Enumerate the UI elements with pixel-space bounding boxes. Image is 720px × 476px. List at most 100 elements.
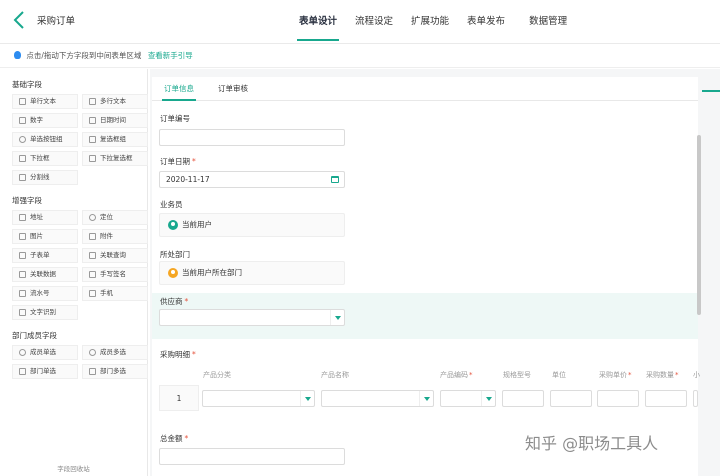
field-address[interactable]: 地址 xyxy=(12,210,78,225)
field-multi-line-text[interactable]: 多行文本 xyxy=(82,94,148,109)
field-attachment[interactable]: 附件 xyxy=(82,229,148,244)
column-header: 采购单价* xyxy=(599,371,632,379)
checkbox-group-icon xyxy=(89,136,96,143)
product-name-select[interactable] xyxy=(321,390,434,407)
field-signature[interactable]: 手写签名 xyxy=(82,267,148,282)
tab-data-management[interactable]: 数据管理 xyxy=(520,0,576,44)
dept-single-icon xyxy=(19,368,26,375)
ocr-icon xyxy=(19,309,26,316)
tab-process-settings[interactable]: 流程设定 xyxy=(346,0,402,44)
dept-member-fields: 成员单选 成员多选 部门单选 部门多选 xyxy=(12,345,148,379)
watermark: 知乎 @职场工具人 xyxy=(525,434,659,453)
field-serial-number[interactable]: 流水号 xyxy=(12,286,78,301)
field-dept-multi[interactable]: 部门多选 xyxy=(82,364,148,379)
supplier-select[interactable] xyxy=(159,309,345,326)
field-number[interactable]: 数字 xyxy=(12,113,78,128)
salesperson-field[interactable]: 当前用户 xyxy=(159,213,345,237)
department-icon xyxy=(168,268,178,278)
supplier-label: 供应商 * xyxy=(160,297,189,306)
subtotal-input[interactable] xyxy=(693,390,698,407)
form-tab-order-review[interactable]: 订单审核 xyxy=(218,77,248,101)
field-dropdown[interactable]: 下拉框 xyxy=(12,151,78,166)
column-header: 产品分类 xyxy=(203,371,231,379)
field-dept-single[interactable]: 部门单选 xyxy=(12,364,78,379)
unit-price-input[interactable] xyxy=(597,390,639,407)
lightbulb-icon xyxy=(14,51,21,59)
form-tab-order-info[interactable]: 订单信息 xyxy=(162,77,196,101)
hint-bar: 点击/拖动下方字段到中间表单区域 查看新手引导 xyxy=(0,44,720,68)
linked-query-icon xyxy=(89,252,96,259)
tab-form-publish[interactable]: 表单发布 xyxy=(458,0,514,44)
group-title-enhanced: 增强字段 xyxy=(12,196,42,205)
chevron-down-icon xyxy=(300,391,314,406)
property-panel-edge xyxy=(702,90,720,92)
address-icon xyxy=(19,214,26,221)
enhanced-fields: 地址 定位 图片 附件 子表单 关联查询 关联数据 手写签名 流水号 手机 文字… xyxy=(12,210,148,320)
unit-input[interactable] xyxy=(550,390,592,407)
hint-text: 点击/拖动下方字段到中间表单区域 xyxy=(26,51,142,60)
serial-number-icon xyxy=(19,290,26,297)
guide-link[interactable]: 查看新手引导 xyxy=(148,51,193,60)
linked-data-icon xyxy=(19,271,26,278)
column-header: 产品编码* xyxy=(440,371,473,379)
group-title-dept-member: 部门成员字段 xyxy=(12,331,57,340)
single-line-text-icon xyxy=(19,98,26,105)
field-member-single[interactable]: 成员单选 xyxy=(12,345,78,360)
department-field[interactable]: 当前用户所在部门 xyxy=(159,261,345,285)
form-canvas: 订单信息 订单审核 订单编号 订单日期 * 2020-11-17 业务员 当前用户… xyxy=(150,69,720,476)
spec-model-input[interactable] xyxy=(502,390,544,407)
field-radio-group[interactable]: 单选按钮组 xyxy=(12,132,78,147)
calendar-icon[interactable] xyxy=(331,176,339,183)
chevron-down-icon xyxy=(419,391,433,406)
dept-multi-icon xyxy=(89,368,96,375)
basic-fields: 单行文本 多行文本 数字 日期时间 单选按钮组 复选框组 下拉框 下拉复选框 分… xyxy=(12,94,148,185)
attachment-icon xyxy=(89,233,96,240)
field-single-line-text[interactable]: 单行文本 xyxy=(12,94,78,109)
column-header: 小 xyxy=(693,371,700,379)
field-recycle-bin[interactable]: 字段回收站 xyxy=(0,462,147,476)
quantity-input[interactable] xyxy=(645,390,687,407)
column-header: 产品名称 xyxy=(321,371,349,379)
phone-icon xyxy=(89,290,96,297)
field-linked-query[interactable]: 关联查询 xyxy=(82,248,148,263)
purchase-detail-label: 采购明细 * xyxy=(160,350,196,359)
datetime-icon xyxy=(89,117,96,124)
chevron-down-icon xyxy=(330,310,344,325)
product-category-select[interactable] xyxy=(202,390,315,407)
field-location[interactable]: 定位 xyxy=(82,210,148,225)
order-no-input[interactable] xyxy=(159,129,345,146)
dropdown-checkbox-icon xyxy=(89,155,96,162)
field-dropdown-checkbox[interactable]: 下拉复选框 xyxy=(82,151,148,166)
number-icon xyxy=(19,117,26,124)
radio-group-icon xyxy=(19,136,26,143)
product-code-select[interactable] xyxy=(440,390,496,407)
field-subform[interactable]: 子表单 xyxy=(12,248,78,263)
chevron-down-icon xyxy=(481,391,495,406)
user-icon xyxy=(168,220,178,230)
field-member-multi[interactable]: 成员多选 xyxy=(82,345,148,360)
order-date-input[interactable]: 2020-11-17 xyxy=(159,171,345,188)
column-header: 采购数量* xyxy=(646,371,679,379)
form-sheet: 订单信息 订单审核 订单编号 订单日期 * 2020-11-17 业务员 当前用户… xyxy=(152,77,700,476)
back-arrow-icon[interactable] xyxy=(12,10,26,30)
member-single-icon xyxy=(19,349,26,356)
field-ocr[interactable]: 文字识别 xyxy=(12,305,78,320)
app-title[interactable]: 采购订单 xyxy=(31,13,81,31)
field-image[interactable]: 图片 xyxy=(12,229,78,244)
group-title-basic: 基础字段 xyxy=(12,80,42,89)
field-phone[interactable]: 手机 xyxy=(82,286,148,301)
tab-form-design[interactable]: 表单设计 xyxy=(290,0,346,44)
field-checkbox-group[interactable]: 复选框组 xyxy=(82,132,148,147)
purchase-detail-table: 产品分类 产品名称 产品编码* 规格型号 单位 采购单价* 采购数量* 小 1 xyxy=(159,367,700,411)
tab-extensions[interactable]: 扩展功能 xyxy=(402,0,458,44)
order-date-label: 订单日期 * xyxy=(160,157,196,166)
total-amount-input[interactable] xyxy=(159,448,345,465)
order-no-label: 订单编号 xyxy=(160,114,190,123)
form-tabs: 订单信息 订单审核 xyxy=(152,77,698,101)
field-linked-data[interactable]: 关联数据 xyxy=(12,267,78,282)
field-divider[interactable]: 分割线 xyxy=(12,170,78,185)
canvas-scrollbar[interactable] xyxy=(697,135,701,315)
image-icon xyxy=(19,233,26,240)
field-datetime[interactable]: 日期时间 xyxy=(82,113,148,128)
main-nav: 表单设计 流程设定 扩展功能 表单发布 数据管理 xyxy=(290,0,576,44)
